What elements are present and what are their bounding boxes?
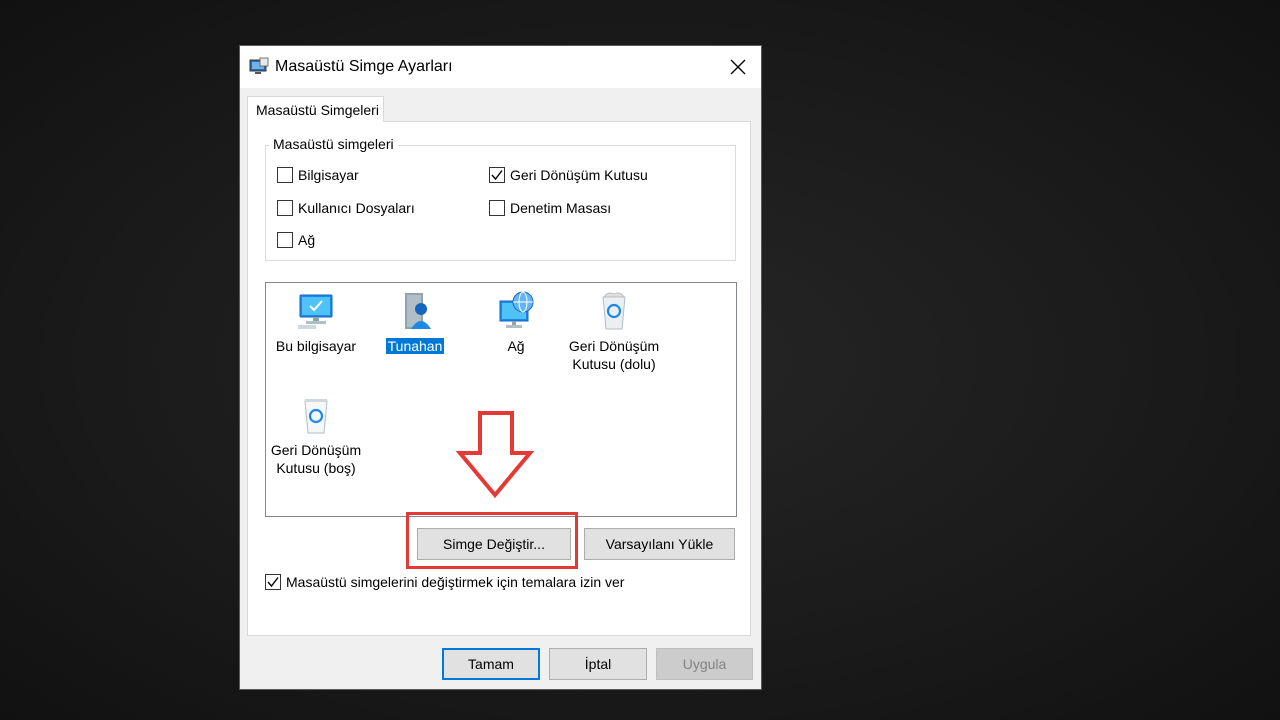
checkmark-icon [491, 170, 503, 181]
checkbox-box-checked[interactable] [265, 574, 281, 590]
recycle-bin-full-icon [602, 292, 626, 330]
close-icon[interactable] [715, 46, 761, 88]
tab-desktop-icons[interactable]: Masaüstü Simgeleri [247, 96, 384, 122]
checkbox-label: Masaüstü simgelerini değiştirmek için te… [286, 574, 625, 590]
checkbox-label: Kullanıcı Dosyaları [298, 200, 415, 216]
user-folder-icon [405, 293, 431, 329]
checkbox-allow-themes[interactable]: Masaüstü simgelerini değiştirmek için te… [265, 574, 624, 590]
network-icon [499, 291, 534, 328]
checkmark-icon [267, 577, 279, 588]
checkbox-computer[interactable]: Bilgisayar [277, 167, 359, 183]
desktop-icon-settings-dialog: Masaüstü Simge Ayarları Masaüstü Simgele… [240, 46, 761, 689]
checkbox-label: Ağ [298, 232, 316, 248]
icon-label: Bu bilgisayar [275, 338, 357, 354]
highlight-box [406, 512, 578, 569]
desktop-settings-icon [249, 57, 269, 77]
checkbox-user-files[interactable]: Kullanıcı Dosyaları [277, 200, 415, 216]
checkbox-label: Bilgisayar [298, 167, 359, 183]
checkbox-label: Geri Dönüşüm Kutusu [510, 167, 648, 183]
cancel-button[interactable]: İptal [549, 648, 647, 680]
icon-item-recycle-bin-full[interactable]: Geri Dönüşüm Kutusu (dolu) [562, 291, 666, 373]
down-arrow-annotation-icon [456, 411, 534, 498]
icon-item-user[interactable]: Tunahan [370, 291, 460, 355]
checkbox-box-checked[interactable] [489, 167, 505, 183]
checkbox-box[interactable] [277, 232, 293, 248]
icon-label: Geri Dönüşüm Kutusu (boş) [270, 442, 362, 476]
icon-item-this-pc[interactable]: Bu bilgisayar [271, 291, 361, 355]
restore-default-button[interactable]: Varsayılanı Yükle [584, 528, 735, 560]
apply-button[interactable]: Uygula [656, 648, 753, 680]
icon-label: Geri Dönüşüm Kutusu (dolu) [568, 338, 660, 372]
checkbox-recycle-bin[interactable]: Geri Dönüşüm Kutusu [489, 167, 648, 183]
checkbox-box[interactable] [277, 200, 293, 216]
checkbox-network[interactable]: Ağ [277, 232, 315, 248]
ok-button[interactable]: Tamam [442, 648, 540, 680]
icon-label: Ağ [507, 338, 525, 354]
checkbox-label: Denetim Masası [510, 200, 612, 216]
checkbox-box[interactable] [489, 200, 505, 216]
title-bar[interactable]: Masaüstü Simge Ayarları [240, 46, 761, 88]
recycle-bin-empty-icon [304, 399, 328, 434]
icon-item-recycle-bin-empty[interactable]: Geri Dönüşüm Kutusu (boş) [266, 395, 366, 477]
dialog-title: Masaüstü Simge Ayarları [275, 58, 453, 75]
icon-label-selected: Tunahan [384, 337, 446, 355]
computer-icon [298, 294, 333, 329]
icon-item-network[interactable]: Ağ [471, 291, 561, 355]
checkbox-control-panel[interactable]: Denetim Masası [489, 200, 611, 216]
group-title: Masaüstü simgeleri [269, 136, 398, 152]
checkbox-box[interactable] [277, 167, 293, 183]
